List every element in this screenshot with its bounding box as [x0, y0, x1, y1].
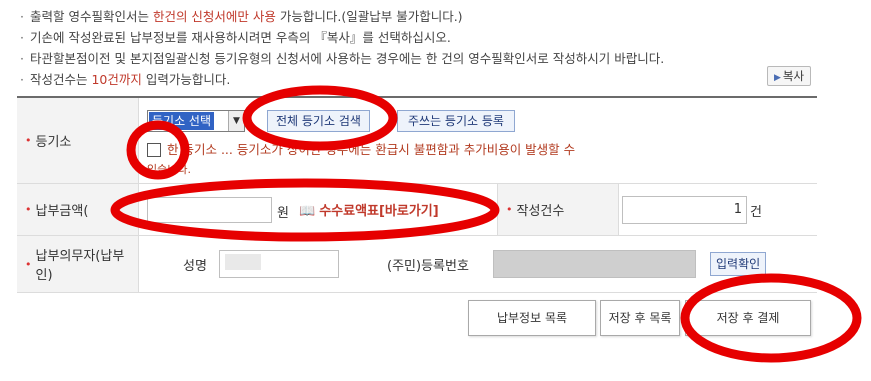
bullet-icon: · [20, 51, 24, 66]
amount-label: • 납부금액( [17, 184, 139, 235]
amount-label-text: 납부금액( [35, 204, 89, 219]
required-icon: • [506, 203, 513, 216]
notice-text: 기손에 작성완료된 납부정보를 재사용하시려면 우측의 『복사』를 선택하십시오… [30, 30, 451, 45]
required-icon: • [25, 134, 32, 147]
registration-number-label: (주민)등록번호 [387, 259, 469, 274]
registry-checkbox[interactable] [147, 143, 161, 157]
notice-line: · 타관할본점이전 및 본지점일괄신청 등기유형의 신청서에 사용하는 경우에는 … [20, 48, 820, 69]
payer-row: • 납부의무자(납부인) 성명 (주민)등록번호 입력확인 [17, 236, 817, 293]
book-icon: 📖 [299, 204, 316, 219]
registry-label-text: 등기소 [35, 135, 72, 150]
registry-select-value: 등기소 선택 [149, 112, 215, 130]
payment-form: • 등기소 등기소 선택 ▼ 전체 등기소 검색 주쓰는 등기소 등록 한 등기소… [17, 96, 817, 293]
registry-warning: 한 등기소 ... 등기소가 상이한 경우에는 환급시 불편함과 추가비용이 발… [167, 142, 576, 157]
amount-input[interactable] [147, 197, 272, 223]
payer-label-text: 납부의무자(납부인) [35, 249, 125, 283]
triangle-icon: ▶ [774, 73, 781, 83]
notice-text: 입력가능합니다. [141, 72, 231, 87]
confirm-button[interactable]: 입력확인 [710, 252, 767, 276]
notice-highlight: 한건의 신청서에만 사용 [152, 9, 276, 24]
required-icon: • [25, 257, 32, 271]
registration-number-input[interactable] [493, 250, 696, 278]
amount-row: • 납부금액( 원 📖 수수료액표[바로가기] • 작성건수 1 건 [17, 184, 817, 236]
name-label: 성명 [183, 259, 207, 274]
notice-line: · 작성건수는 10건까지 입력가능합니다. [20, 69, 820, 90]
fee-table-link[interactable]: 📖 수수료액표[바로가기] [299, 200, 439, 219]
chevron-down-icon: ▼ [228, 111, 244, 131]
notice-list: · 출력할 영수필확인서는 한건의 신청서에만 사용 가능합니다.(일괄납부 불가… [20, 6, 820, 90]
registry-warning-2: 있습니다. [147, 163, 191, 176]
required-icon: • [25, 203, 32, 216]
count-input[interactable]: 1 [622, 196, 747, 224]
registry-row: • 등기소 등기소 선택 ▼ 전체 등기소 검색 주쓰는 등기소 등록 한 등기소… [17, 98, 817, 184]
bullet-icon: · [20, 30, 24, 45]
fee-table-link-text: 수수료액표[바로가기] [319, 204, 439, 219]
name-redacted [225, 254, 261, 270]
copy-button-label: 복사 [782, 69, 805, 83]
count-label: • 작성건수 [497, 184, 619, 235]
registry-select[interactable]: 등기소 선택 ▼ [147, 110, 245, 132]
notice-highlight: 10건까지 [91, 72, 142, 87]
payer-label: • 납부의무자(납부인) [17, 236, 139, 292]
copy-button[interactable]: ▶ 복사 [767, 66, 812, 86]
payment-list-button[interactable]: 납부정보 목록 [468, 300, 596, 336]
registry-label: • 등기소 [17, 98, 139, 183]
notice-text: 작성건수는 [30, 72, 92, 87]
notice-line: · 기손에 작성완료된 납부정보를 재사용하시려면 우측의 『복사』를 선택하십시… [20, 27, 820, 48]
count-label-text: 작성건수 [516, 204, 565, 219]
count-unit: 건 [750, 205, 762, 220]
bullet-icon: · [20, 72, 24, 87]
registry-register-button[interactable]: 주쓰는 등기소 등록 [397, 110, 515, 132]
notice-line: · 출력할 영수필확인서는 한건의 신청서에만 사용 가능합니다.(일괄납부 불가… [20, 6, 820, 27]
notice-text: 타관할본점이전 및 본지점일괄신청 등기유형의 신청서에 사용하는 경우에는 한… [30, 51, 665, 66]
bullet-icon: · [20, 9, 24, 24]
notice-text: 가능합니다.(일괄납부 불가합니다.) [275, 9, 463, 24]
notice-text: 출력할 영수필확인서는 [30, 9, 153, 24]
registry-lookup-button[interactable]: 전체 등기소 검색 [267, 110, 370, 132]
amount-unit: 원 [277, 206, 289, 221]
save-and-pay-button[interactable]: 저장 후 결제 [685, 300, 811, 336]
save-and-list-button[interactable]: 저장 후 목록 [600, 300, 680, 336]
